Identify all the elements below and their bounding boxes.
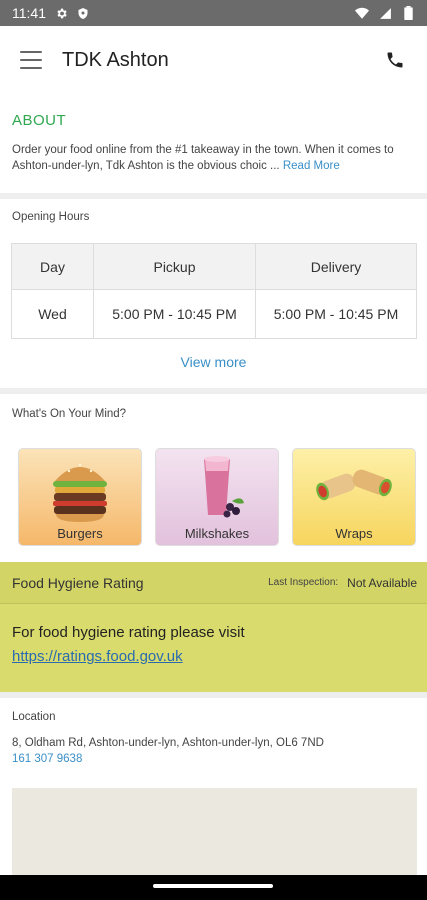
opening-hours-table: Day Pickup Delivery Wed 5:00 PM - 10:45 … (11, 242, 417, 339)
table-row: Wed 5:00 PM - 10:45 PM 5:00 PM - 10:45 P… (11, 289, 417, 339)
hygiene-section: Food Hygiene Rating Last Inspection: Not… (0, 562, 427, 692)
opening-hours-label: Opening Hours (12, 211, 90, 223)
signal-icon (378, 6, 392, 20)
location-address: 8, Oldham Rd, Ashton-under-lyn, Ashton-u… (12, 737, 324, 749)
category-wraps[interactable]: Wraps (292, 448, 416, 546)
hygiene-link[interactable]: https://ratings.food.gov.uk (12, 648, 183, 665)
hygiene-title: Food Hygiene Rating (12, 574, 144, 591)
shield-icon (76, 6, 90, 20)
category-label: Burgers (57, 526, 103, 541)
category-milkshakes[interactable]: Milkshakes (155, 448, 279, 546)
hygiene-header: Food Hygiene Rating Last Inspection: Not… (0, 562, 427, 604)
wrap-icon (316, 469, 392, 501)
battery-icon (401, 6, 415, 20)
cell-pickup: 5:00 PM - 10:45 PM (93, 289, 256, 339)
view-more-link[interactable]: View more (0, 354, 427, 370)
status-right (355, 6, 415, 20)
status-bar: 11:41 (0, 0, 427, 26)
about-section: ABOUT Order your food online from the #1… (12, 112, 418, 174)
app-bar: TDK Ashton (0, 26, 427, 94)
location-label: Location (12, 711, 56, 723)
category-label: Wraps (335, 526, 373, 541)
header-delivery: Delivery (255, 242, 417, 291)
cell-delivery: 5:00 PM - 10:45 PM (255, 289, 417, 339)
hygiene-text: For food hygiene rating please visit (12, 624, 245, 641)
read-more-link[interactable]: Read More (283, 160, 340, 172)
menu-icon[interactable] (20, 51, 42, 69)
cell-day: Wed (11, 289, 94, 339)
category-burgers[interactable]: Burgers (18, 448, 142, 546)
divider (0, 692, 427, 698)
home-gesture-bar[interactable] (153, 884, 273, 888)
location-phone-link[interactable]: 161 307 9638 (12, 753, 82, 765)
header-pickup: Pickup (93, 242, 256, 291)
gear-icon (54, 6, 68, 20)
burger-icon (53, 463, 107, 522)
divider (0, 193, 427, 199)
location-map[interactable] (12, 788, 417, 875)
phone-icon[interactable] (383, 48, 407, 72)
page-title: TDK Ashton (62, 48, 169, 71)
table-header-row: Day Pickup Delivery (11, 242, 417, 291)
milkshake-icon (204, 456, 244, 518)
header-day: Day (11, 242, 94, 291)
categories-label: What's On Your Mind? (12, 408, 127, 420)
last-inspection-value: Not Available (347, 575, 417, 590)
divider (0, 388, 427, 394)
about-title: ABOUT (12, 112, 67, 129)
wifi-icon (355, 6, 369, 20)
status-left: 11:41 (12, 5, 90, 21)
category-label: Milkshakes (184, 526, 250, 541)
last-inspection-label: Last Inspection: (268, 577, 339, 588)
status-time: 11:41 (12, 5, 46, 21)
about-text: Order your food online from the #1 takea… (12, 142, 418, 174)
